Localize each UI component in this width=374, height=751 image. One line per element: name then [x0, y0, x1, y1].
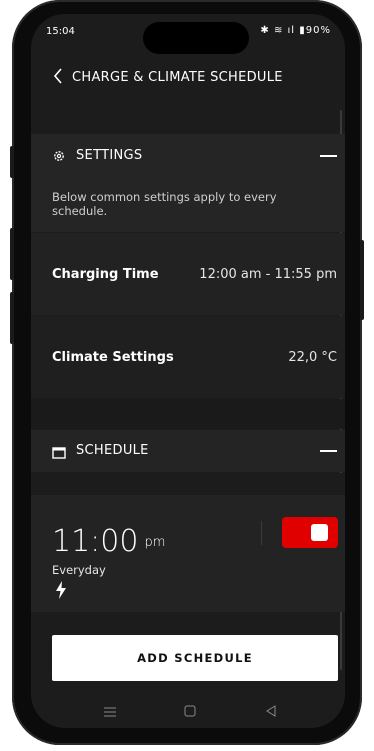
gear-icon — [52, 148, 66, 167]
status-indicators: ✱ ≋ ıl ▮90% — [260, 25, 331, 36]
schedule-time: 11:00 pm — [52, 524, 165, 559]
schedule-repeat: Everyday — [52, 563, 106, 577]
page-title: CHARGE & CLIMATE SCHEDULE — [72, 70, 283, 85]
settings-description: Below common settings apply to every sch… — [52, 190, 277, 218]
chevron-left-icon[interactable] — [53, 68, 63, 88]
add-schedule-button[interactable]: ADD SCHEDULE — [52, 635, 338, 681]
toggle-divider — [261, 521, 262, 545]
schedule-section-header: SCHEDULE — [31, 430, 345, 472]
climate-settings-label: Climate Settings — [52, 350, 174, 365]
charging-time-value: 12:00 am - 11:55 pm — [199, 267, 337, 282]
side-button — [10, 292, 14, 344]
schedule-ampm: pm — [144, 535, 166, 550]
climate-settings-value: 22,0 °C — [288, 350, 337, 365]
home-icon[interactable] — [184, 705, 196, 720]
schedule-title: SCHEDULE — [76, 443, 149, 458]
app-screen: 15:04 ✱ ≋ ıl ▮90% CHARGE & CLIMATE SCHED… — [31, 14, 345, 728]
back-triangle-icon[interactable] — [266, 705, 276, 720]
section-spacer — [31, 473, 345, 495]
camera-notch — [143, 22, 249, 54]
climate-settings-row[interactable]: Climate Settings 22,0 °C — [31, 316, 345, 398]
charging-time-label: Charging Time — [52, 267, 159, 282]
menu-icon[interactable] — [104, 706, 116, 720]
status-time: 15:04 — [46, 26, 75, 37]
section-spacer — [31, 399, 345, 429]
side-button — [360, 240, 364, 320]
schedule-enable-toggle[interactable] — [282, 517, 338, 548]
charging-time-row[interactable]: Charging Time 12:00 am - 11:55 pm — [31, 233, 345, 315]
calendar-icon — [52, 444, 66, 463]
toggle-knob — [311, 524, 328, 541]
schedule-time-value: 11:00 — [52, 524, 139, 559]
side-button — [10, 228, 14, 280]
side-button — [10, 146, 14, 178]
collapse-schedule-button[interactable] — [320, 450, 337, 452]
lightning-icon — [55, 581, 67, 603]
system-nav-bar — [31, 704, 345, 728]
settings-section: SETTINGS Below common settings apply to … — [31, 134, 345, 232]
settings-title: SETTINGS — [76, 148, 143, 163]
collapse-settings-button[interactable] — [320, 155, 337, 157]
battery-level: 90% — [305, 25, 331, 36]
app-header: CHARGE & CLIMATE SCHEDULE — [31, 66, 345, 96]
status-icons: ✱ ≋ ıl ▮ — [260, 25, 306, 36]
